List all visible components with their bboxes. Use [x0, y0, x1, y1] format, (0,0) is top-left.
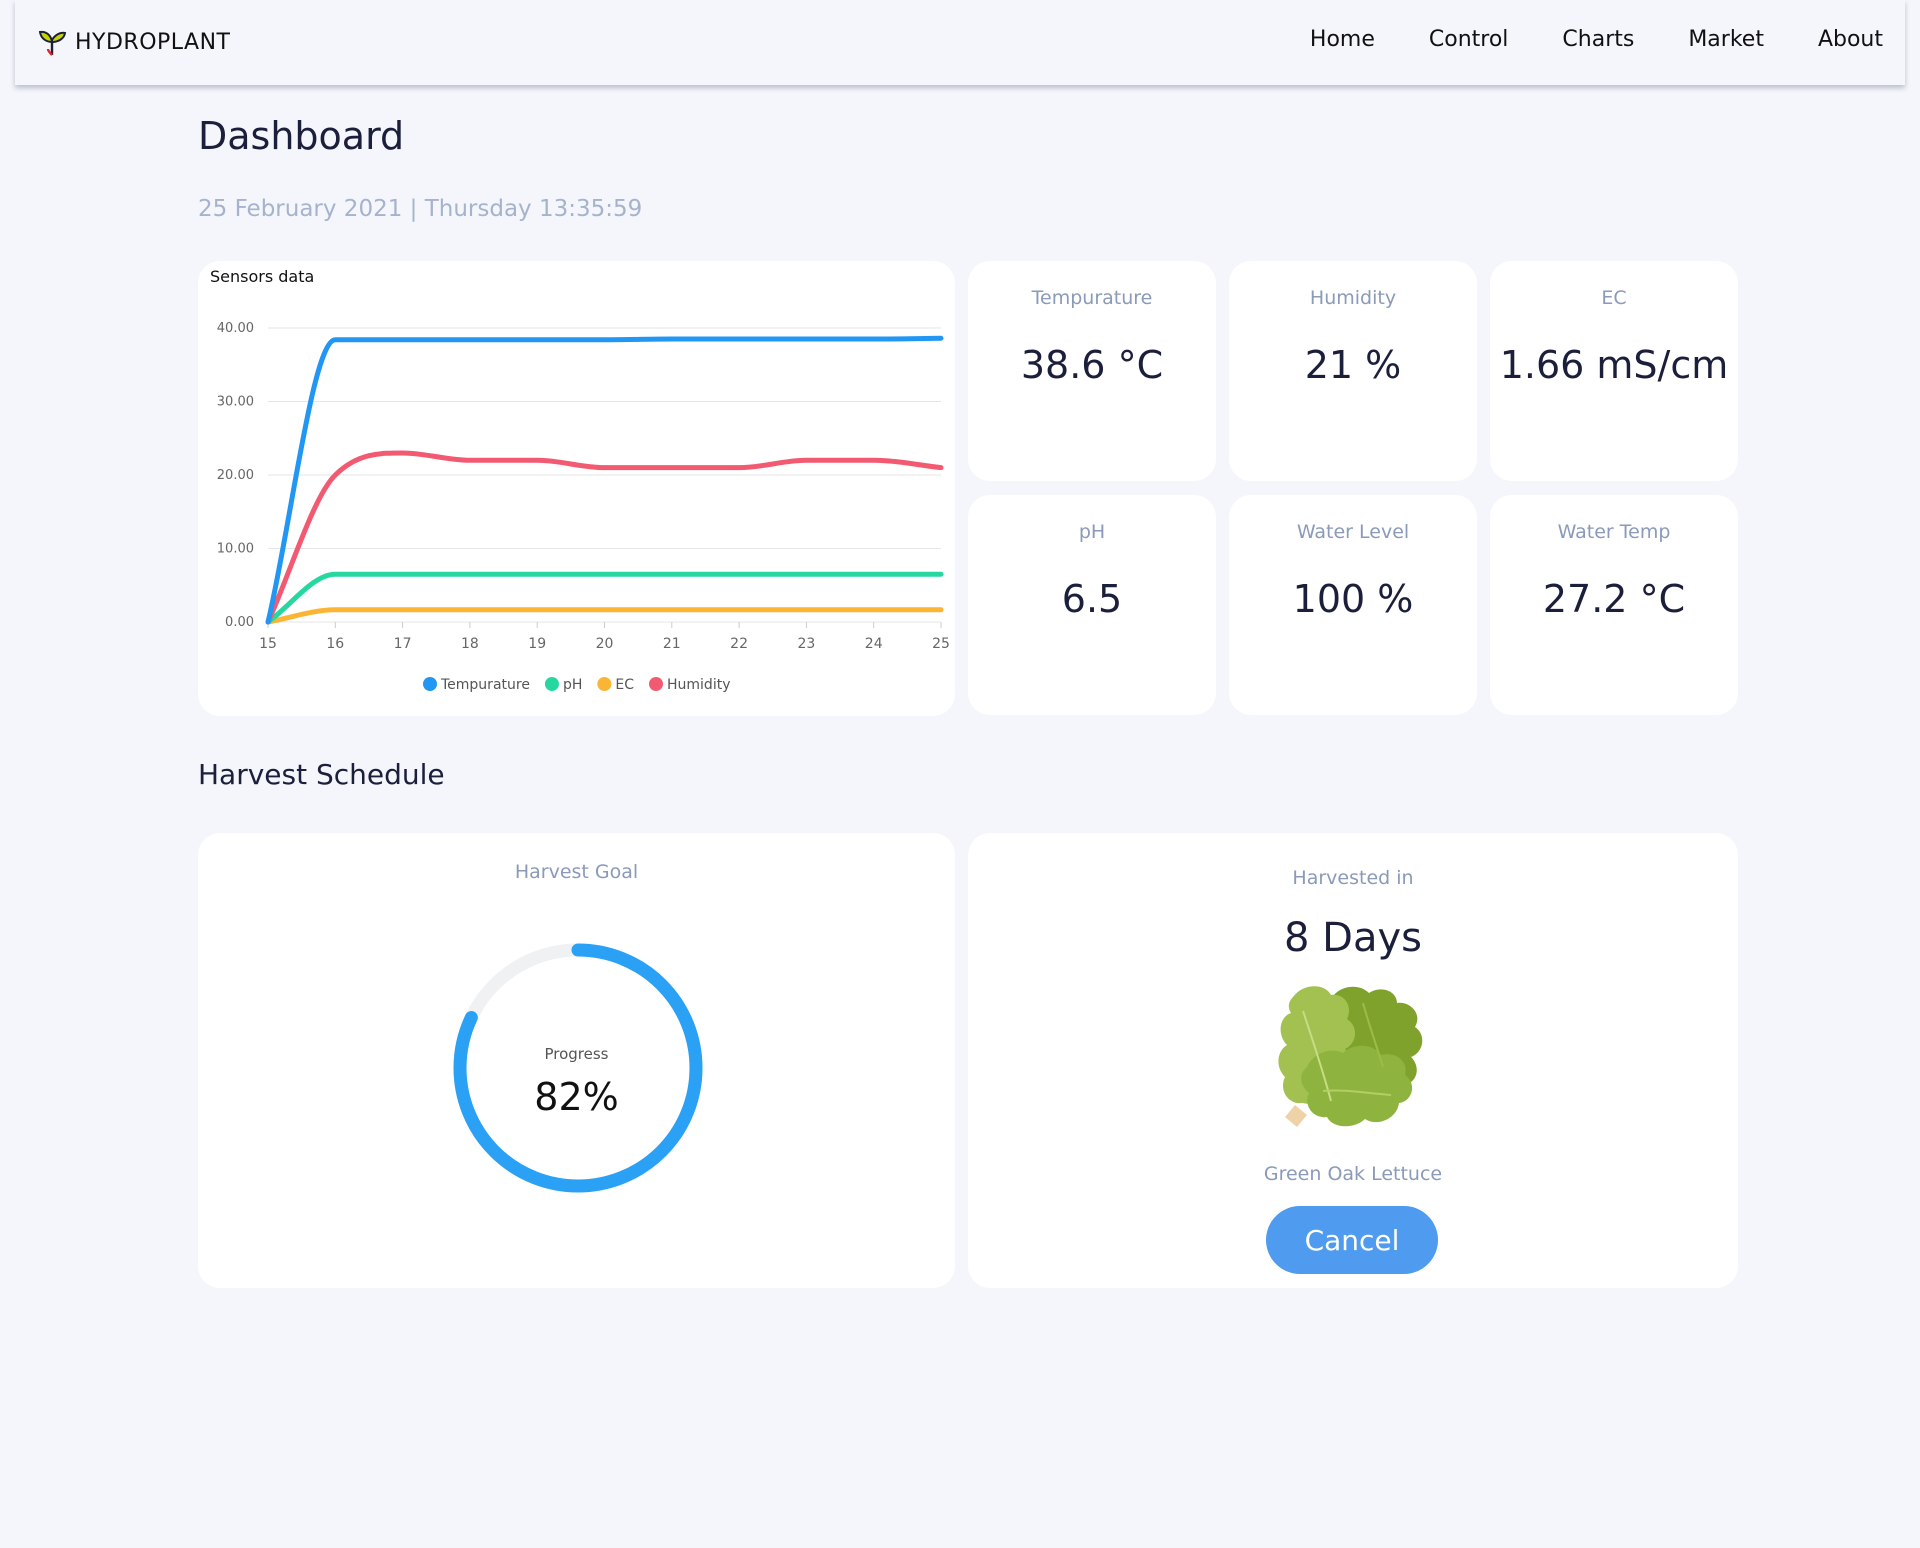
progress-value: 82% [534, 1075, 619, 1119]
chart-legend-marker [423, 677, 437, 691]
nav-market-link[interactable]: Market [1688, 27, 1764, 52]
chart-legend-label: Humidity [667, 677, 730, 693]
sensors-chart-card: Sensors data 0.00 10.00 20.00 30.00 40.00 15 1… [198, 261, 955, 716]
chart-series-tempurature [265, 335, 944, 625]
chart-legend-marker [544, 677, 559, 691]
chart-y-tick-label: 30.00 [217, 395, 254, 410]
navbar: HYDROPLANT Home Control Charts Market Ab… [15, 0, 1905, 85]
chart-series-humidity [265, 450, 944, 625]
chart-legend-marker [649, 677, 663, 691]
chart-y-tick-label: 10.00 [217, 542, 254, 557]
stat-card-water-temp: Water Temp 27.2 °C [1490, 495, 1738, 715]
chart-legend-label: Tempurature [440, 677, 530, 693]
harvest-days-value: 8 Days [1284, 915, 1422, 961]
chart-x-tick-label: 23 [797, 636, 815, 652]
stat-label: EC [1601, 287, 1627, 309]
sensors-line-chart: 0.00 10.00 20.00 30.00 40.00 15 16 17 18 19 20 21 22… [217, 321, 950, 693]
chart-x-tick-label: 17 [394, 636, 412, 652]
stat-label: Tempurature [1031, 287, 1153, 309]
chart-x-tick-label: 19 [528, 636, 546, 652]
stat-card-ph: pH 6.5 [968, 495, 1216, 715]
stat-card-temperature: Tempurature 38.6 °C [968, 261, 1216, 481]
chart-x-tick-label: 22 [730, 636, 748, 652]
progress-ring-graphic [453, 943, 703, 1193]
stat-value: 27.2 °C [1542, 577, 1686, 621]
stat-label: Humidity [1309, 287, 1397, 309]
brand[interactable]: HYDROPLANT [37, 27, 231, 57]
stat-card-humidity: Humidity 21 % [1229, 261, 1477, 481]
stat-value: 38.6 °C [1020, 343, 1164, 387]
brand-name: HYDROPLANT [75, 29, 231, 55]
lettuce-icon [1278, 986, 1423, 1127]
harvested-in-label: Harvested in [1292, 867, 1414, 889]
chart-x-tick-label: 18 [461, 636, 479, 652]
stat-value: 100 % [1292, 577, 1414, 621]
stat-label: Water Level [1296, 521, 1410, 543]
stat-value: 6.5 [1061, 577, 1123, 621]
nav-control-link[interactable]: Control [1429, 27, 1509, 52]
chart-x-tick-label: 20 [596, 636, 614, 652]
plant-name: Green Oak Lettuce [1263, 1163, 1443, 1185]
nav-charts-link[interactable]: Charts [1562, 27, 1634, 52]
harvest-goal-label: Harvest Goal [514, 861, 639, 883]
nav-links: Home Control Charts Market About [1256, 27, 1883, 52]
chart-series-ph [265, 571, 944, 625]
chart-legend-marker [597, 677, 612, 691]
stat-value: 1.66 mS/cm [1499, 343, 1729, 387]
harvest-section-title: Harvest Schedule [198, 758, 445, 791]
chart-x-tick-label: 24 [865, 636, 883, 652]
chart-y-tick-label: 40.00 [217, 321, 254, 336]
progress-ring [448, 938, 708, 1198]
stat-label: Water Temp [1557, 521, 1671, 543]
chart-legend-label: pH [563, 677, 582, 693]
harvest-goal-card: Harvest Goal Progress 82% [198, 833, 955, 1288]
chart-legend-label: EC [615, 677, 634, 693]
chart-x-tick-label: 15 [259, 636, 277, 652]
chart-x-tick-label: 16 [326, 636, 344, 652]
page-datetime: 25 February 2021 | Thursday 13:35:59 [198, 196, 643, 222]
stat-card-ec: EC 1.66 mS/cm [1490, 261, 1738, 481]
cancel-button[interactable]: Cancel [1266, 1206, 1438, 1274]
stat-label: pH [1078, 521, 1106, 543]
nav-home-link[interactable]: Home [1310, 27, 1375, 52]
page-title: Dashboard [198, 114, 405, 158]
chart-x-tick-label: 25 [932, 636, 950, 652]
sprout-logo-icon [38, 30, 67, 56]
progress-caption: Progress [544, 1045, 609, 1063]
harvest-countdown-card: Harvested in 8 Days Green Oak Lettuce Ca… [968, 833, 1738, 1288]
nav-about-link[interactable]: About [1818, 27, 1883, 52]
chart-y-tick-label: 20.00 [217, 468, 254, 483]
stat-value: 21 % [1304, 343, 1402, 387]
chart-x-tick-label: 21 [663, 636, 681, 652]
chart-series-ec [265, 607, 944, 625]
chart-y-tick-label: 0.00 [225, 615, 254, 630]
stat-card-water-level: Water Level 100 % [1229, 495, 1477, 715]
